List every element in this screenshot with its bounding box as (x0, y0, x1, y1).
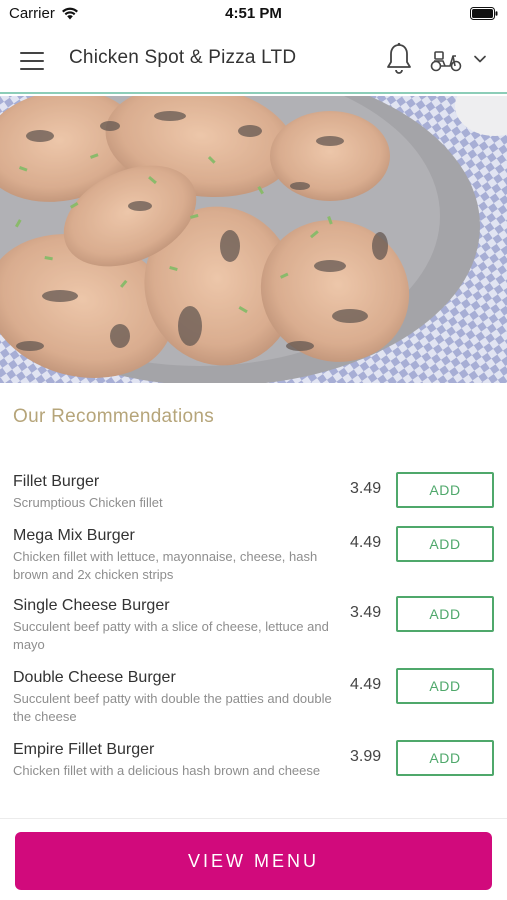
item-description: Chicken fillet with a delicious hash bro… (13, 763, 321, 778)
item-price: 3.49 (350, 480, 382, 497)
list-item: Mega Mix Burger Chicken fillet with lett… (0, 517, 507, 589)
item-price: 4.49 (350, 534, 382, 551)
scooter-icon[interactable] (430, 47, 462, 73)
status-time: 4:51 PM (225, 5, 282, 22)
restaurant-title: Chicken Spot & Pizza LTD (69, 47, 297, 68)
item-price: 3.49 (350, 604, 382, 621)
grilled-chicken-wings-photo (0, 96, 507, 383)
item-description: Chicken fillet with lettuce, mayonnaise,… (13, 549, 318, 582)
app-header: Chicken Spot & Pizza LTD (0, 28, 507, 94)
add-button[interactable]: ADD (396, 472, 494, 508)
item-description: Succulent beef patty with a slice of che… (13, 619, 329, 652)
status-bar: Carrier 4:51 PM (0, 0, 507, 28)
bottom-bar: VIEW MENU (0, 818, 507, 900)
add-button[interactable]: ADD (396, 596, 494, 632)
item-price: 4.49 (350, 676, 382, 693)
item-name: Empire Fillet Burger (13, 741, 155, 758)
item-name: Double Cheese Burger (13, 669, 176, 686)
bell-icon[interactable] (385, 42, 413, 76)
item-name: Single Cheese Burger (13, 597, 170, 614)
hero-image (0, 96, 507, 383)
item-name: Mega Mix Burger (13, 527, 135, 544)
item-description: Succulent beef patty with double the pat… (13, 691, 332, 724)
list-item: Fillet Burger Scrumptious Chicken fillet… (0, 463, 507, 517)
item-name: Fillet Burger (13, 473, 100, 490)
list-item: Single Cheese Burger Succulent beef patt… (0, 589, 507, 661)
list-item: Double Cheese Burger Succulent beef patt… (0, 661, 507, 733)
recommendations-list: Fillet Burger Scrumptious Chicken fillet… (0, 463, 507, 805)
add-button[interactable]: ADD (396, 668, 494, 704)
hamburger-menu-icon[interactable] (20, 46, 50, 76)
item-description: Scrumptious Chicken fillet (13, 495, 163, 510)
add-button[interactable]: ADD (396, 526, 494, 562)
section-title-recommendations: Our Recommendations (13, 406, 215, 427)
chevron-down-icon[interactable] (472, 52, 488, 66)
battery-icon (470, 7, 498, 20)
item-price: 3.99 (350, 748, 382, 765)
view-menu-button[interactable]: VIEW MENU (15, 832, 492, 890)
list-item: Empire Fillet Burger Chicken fillet with… (0, 733, 507, 805)
add-button[interactable]: ADD (396, 740, 494, 776)
